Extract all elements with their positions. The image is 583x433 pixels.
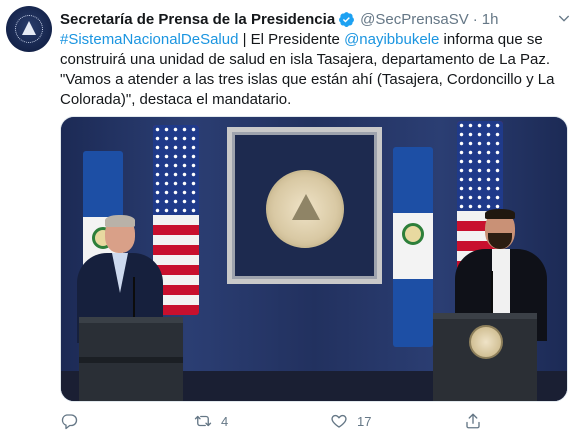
- like-button[interactable]: 17: [330, 410, 371, 432]
- podium-right: [433, 313, 537, 401]
- retweet-count: 4: [221, 413, 229, 429]
- share-button[interactable]: [464, 410, 482, 432]
- header-separator: ·: [472, 10, 478, 28]
- microphone-right: [491, 271, 493, 315]
- author-handle[interactable]: @SecPrensaSV: [360, 11, 469, 28]
- hashtag-link[interactable]: #SistemaNacionalDeSalud: [60, 31, 238, 48]
- microphone-left: [133, 277, 135, 321]
- national-seal-icon: [266, 170, 344, 248]
- podium-left: [79, 317, 183, 401]
- author-name[interactable]: Secretaría de Prensa de la Presidencia: [60, 11, 335, 28]
- heart-icon: [331, 414, 347, 428]
- tweet-text-part-1: | El Presidente: [238, 31, 345, 48]
- tweet[interactable]: Secretaría de Prensa de la Presidencia @…: [0, 0, 583, 433]
- tweet-actions: 4 17: [60, 410, 480, 432]
- tweet-header: Secretaría de Prensa de la Presidencia @…: [60, 9, 498, 29]
- podium-seal-icon: [469, 325, 503, 359]
- author-avatar[interactable]: [6, 6, 52, 52]
- el-salvador-flag-right: [393, 147, 433, 347]
- reply-button[interactable]: [60, 410, 87, 432]
- tweet-media-photo[interactable]: [60, 116, 568, 402]
- reply-icon: [61, 414, 78, 430]
- chevron-down-icon[interactable]: [556, 10, 572, 26]
- framed-seal-backdrop: [227, 127, 382, 284]
- share-icon: [466, 413, 480, 429]
- mention-link[interactable]: @nayibbukele: [344, 31, 439, 48]
- tweet-text: #SistemaNacionalDeSalud | El Presidente …: [60, 30, 570, 110]
- retweet-button[interactable]: 4: [194, 410, 228, 432]
- like-count: 17: [357, 413, 372, 429]
- tweet-timestamp[interactable]: 1h: [482, 11, 499, 28]
- retweet-icon: [194, 415, 212, 427]
- verified-badge-icon: [339, 11, 355, 27]
